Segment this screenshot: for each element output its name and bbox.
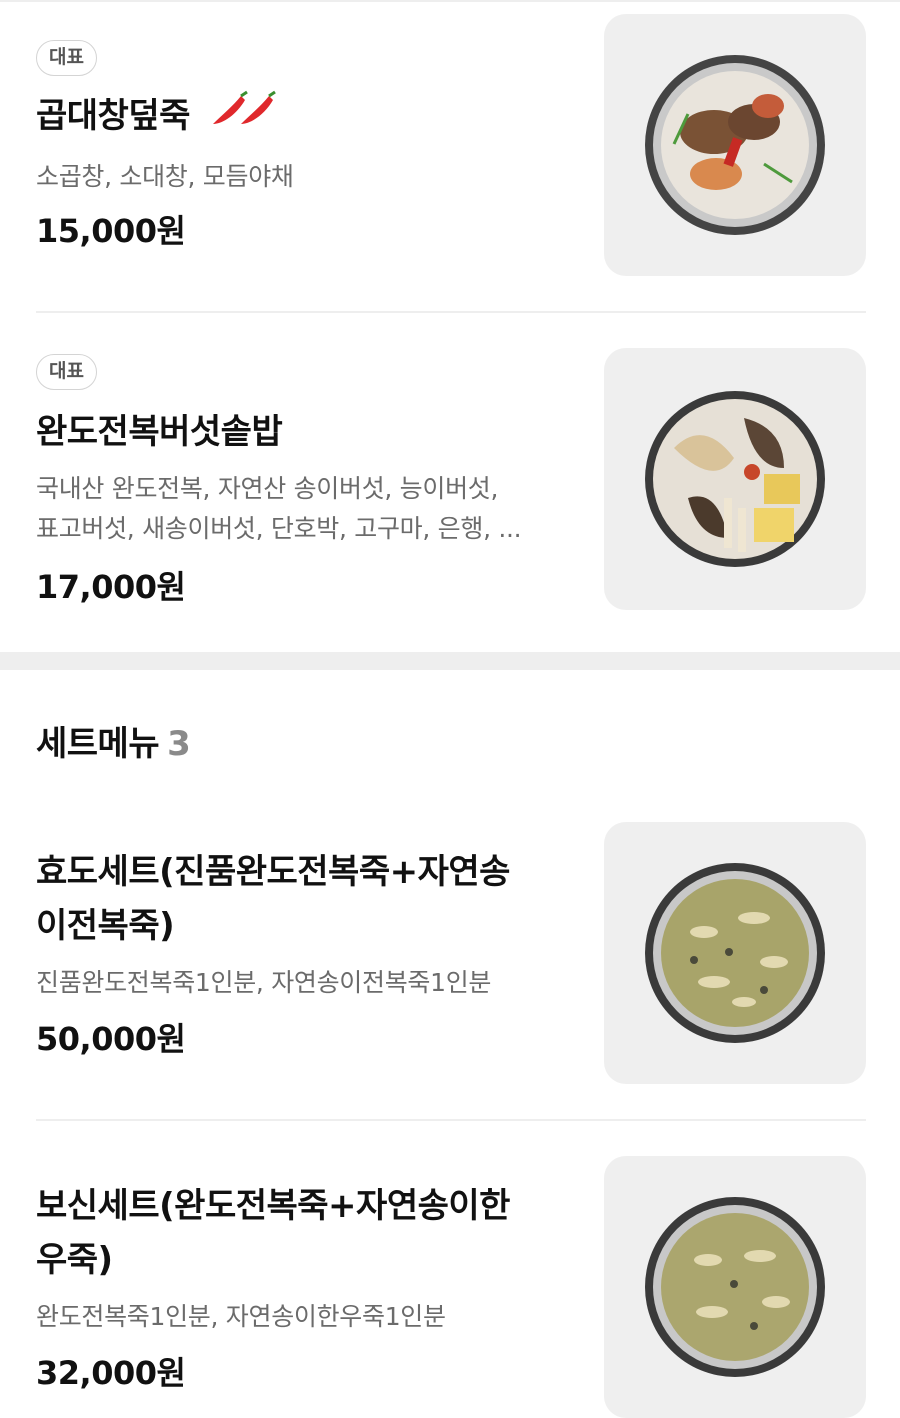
menu-item-abalone-mushroom-rice[interactable]: 대표 완도전복버섯솥밥 국내산 완도전복, 자연산 송이버섯, 능이버섯, 표고… — [0, 312, 900, 652]
section-item-count: 3 — [167, 724, 191, 764]
signature-badge: 대표 — [36, 40, 97, 76]
set-item-description: 진품완도전복죽1인분, 자연송이전복죽1인분 — [36, 968, 492, 997]
menu-item-price: 17,000원 — [36, 568, 186, 606]
menu-item-price: 15,000원 — [36, 212, 186, 250]
set-item-name-line2: 이전복죽) — [36, 906, 175, 946]
menu-item-gopdaechang[interactable]: 대표 곱대창덮죽 소곱창, 소대창, 모듬야채 15,000원 — [0, 0, 900, 312]
menu-item-name-text: 곱대창덮죽 — [36, 96, 190, 136]
chili-pepper-icon — [211, 90, 277, 145]
menu-item-photo — [604, 14, 866, 276]
set-item-name-line1: 보신세트(완도전복죽+자연송이한 — [36, 1186, 510, 1226]
menu-item-photo — [604, 348, 866, 610]
menu-item-description: 소곱창, 소대창, 모듬야채 — [36, 162, 294, 191]
section-title-text: 세트메뉴 — [36, 724, 160, 764]
set-item-bosin[interactable]: 보신세트(완도전복죽+자연송이한 우죽) 완도전복죽1인분, 자연송이한우죽1인… — [0, 1120, 900, 1418]
menu-item-name: 완도전복버섯솥밥 — [36, 412, 283, 452]
section-title-set-menu: 세트메뉴 3 — [36, 716, 191, 765]
set-item-hyodo[interactable]: 효도세트(진품완도전복죽+자연송 이전복죽) 진품완도전복죽1인분, 자연송이전… — [0, 786, 900, 1120]
set-item-description: 완도전복죽1인분, 자연송이한우죽1인분 — [36, 1302, 446, 1331]
set-item-price: 50,000원 — [36, 1020, 186, 1058]
set-item-name-line2: 우죽) — [36, 1240, 113, 1280]
signature-badge: 대표 — [36, 354, 97, 390]
menu-item-description-line1: 국내산 완도전복, 자연산 송이버섯, 능이버섯, — [36, 474, 499, 503]
set-item-photo — [604, 822, 866, 1084]
menu-item-description-line2: 표고버섯, 새송이버섯, 단호박, 고구마, 은행, ... — [36, 514, 522, 543]
set-item-name-line1: 효도세트(진품완도전복죽+자연송 — [36, 852, 510, 892]
set-item-price: 32,000원 — [36, 1354, 186, 1392]
section-separator — [0, 652, 900, 670]
set-item-photo — [604, 1156, 866, 1418]
menu-item-name: 곱대창덮죽 — [36, 90, 556, 145]
